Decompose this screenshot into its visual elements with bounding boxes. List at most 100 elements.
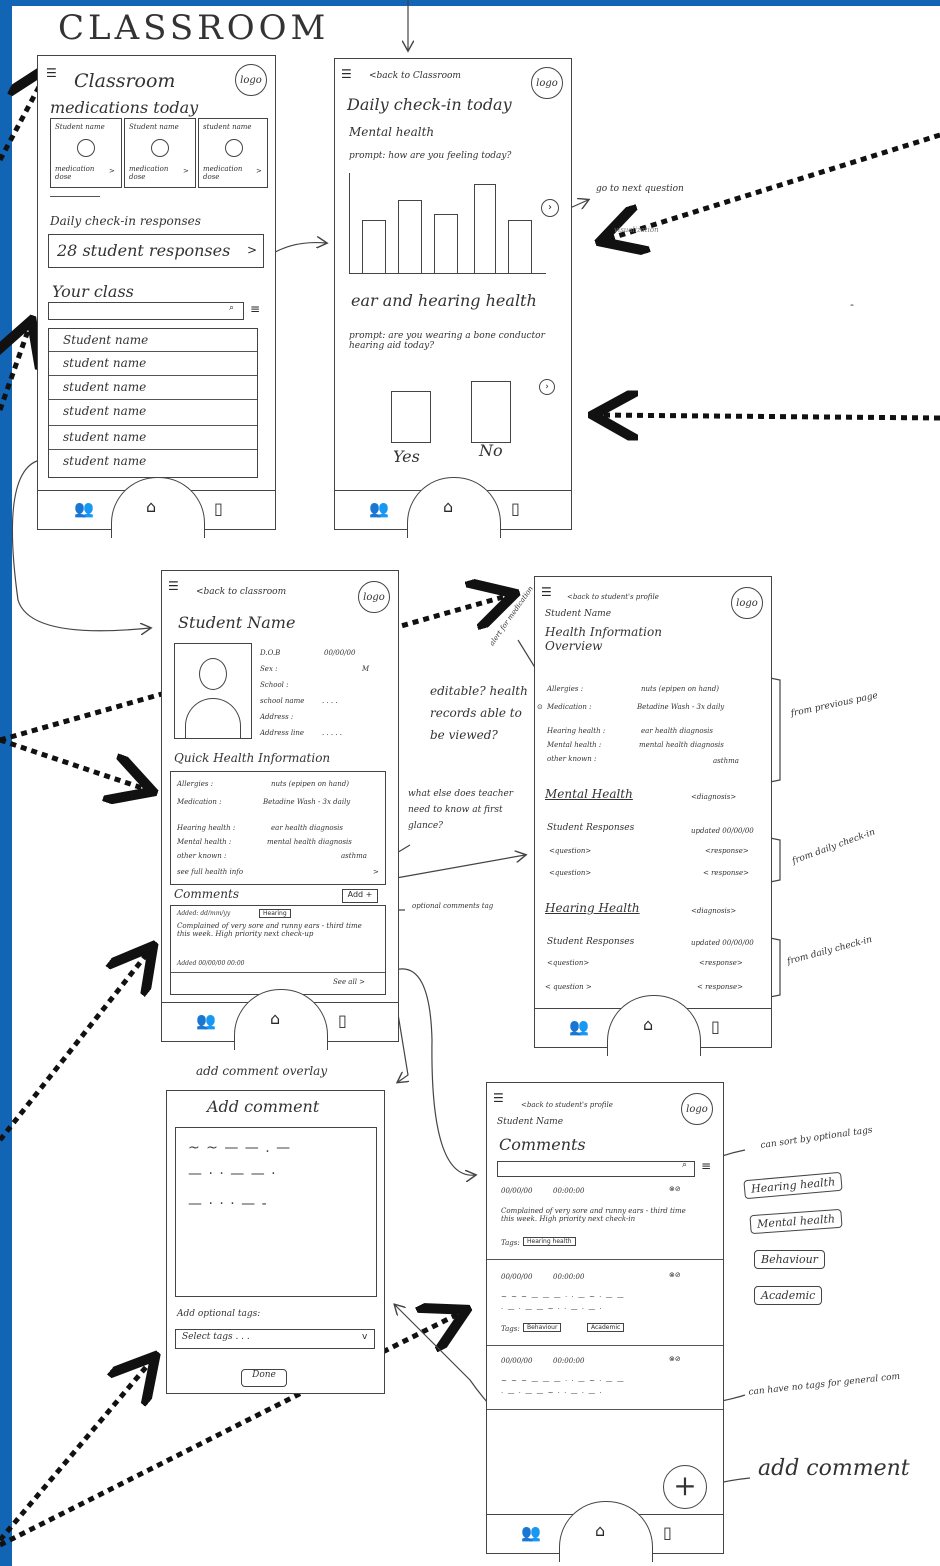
- bar: [398, 200, 422, 273]
- see-all-link[interactable]: See all >: [333, 978, 365, 986]
- bar: [362, 220, 386, 273]
- placeholder-scribble: — · · · — -: [188, 1196, 268, 1212]
- health-value: mental health diagnosis: [639, 741, 724, 749]
- health-label: Medication :: [177, 798, 222, 806]
- book-icon[interactable]: ▯: [214, 499, 223, 518]
- bottom-nav: 👥 ⌂ ▯: [335, 477, 571, 538]
- what-else-note: what else does teacher need to know at f…: [408, 789, 514, 831]
- people-icon[interactable]: 👥: [369, 499, 389, 518]
- chevron-right-icon: >: [183, 167, 189, 175]
- row-divider: [487, 1345, 723, 1346]
- med-card-name: Student name: [129, 123, 179, 131]
- overview-title: Health Information Overview: [545, 625, 662, 653]
- tags-select[interactable]: Select tags . . . v: [175, 1329, 375, 1349]
- menu-icon[interactable]: ☰: [168, 579, 179, 593]
- logo: logo: [731, 587, 763, 619]
- no-label: No: [479, 441, 503, 460]
- comment-tag: Hearing health: [523, 1237, 576, 1246]
- med-card-detail: medication dose: [203, 165, 243, 181]
- home-tab[interactable]: [607, 995, 701, 1056]
- people-icon[interactable]: 👥: [521, 1523, 541, 1542]
- book-icon[interactable]: ▯: [663, 1523, 672, 1542]
- bar: [474, 184, 496, 273]
- edit-icon[interactable]: ⊗⊘: [669, 1271, 681, 1279]
- next-question-button[interactable]: ›: [539, 379, 555, 395]
- home-icon[interactable]: ⌂: [595, 1521, 605, 1540]
- mental-health-heading: Mental Health: [545, 787, 633, 801]
- class-search-input[interactable]: ⌕: [48, 302, 244, 320]
- menu-icon[interactable]: ☰: [46, 66, 57, 80]
- prompt-1: prompt: how are you feeling today?: [349, 151, 512, 161]
- med-card[interactable]: Student name medication dose >: [50, 118, 122, 188]
- people-icon[interactable]: 👥: [74, 499, 94, 518]
- optional-tag-note: optional comments tag: [412, 902, 494, 910]
- comment-footer: Added 00/00/00 00:00: [177, 960, 245, 967]
- student-list-item[interactable]: student name: [63, 430, 146, 444]
- search-icon: ⌕: [229, 303, 235, 313]
- home-icon[interactable]: ⌂: [643, 1015, 653, 1034]
- home-tab[interactable]: [559, 1501, 653, 1562]
- back-link[interactable]: <back to classroom: [196, 587, 286, 597]
- health-value: asthma: [341, 852, 367, 860]
- yes-label: Yes: [393, 447, 420, 466]
- back-link[interactable]: <back to student's profile: [521, 1101, 613, 1109]
- med-card[interactable]: student name medication dose >: [198, 118, 268, 188]
- question: < question >: [545, 983, 592, 991]
- done-button[interactable]: Done: [241, 1369, 287, 1387]
- med-card-detail: medication dose: [55, 165, 95, 181]
- classroom-screen: ☰ Classroom logo medications today Stude…: [37, 55, 276, 538]
- home-icon[interactable]: ⌂: [270, 1009, 280, 1028]
- home-tab[interactable]: [234, 989, 328, 1050]
- checkin-responses-button[interactable]: 28 student responses >: [48, 234, 264, 268]
- comment-time: 00:00:00: [553, 1187, 585, 1195]
- next-question-note-extra: visualization: [614, 226, 659, 234]
- add-comment-button[interactable]: Add +: [342, 889, 378, 903]
- health-value: ear health diagnosis: [271, 824, 344, 832]
- book-icon[interactable]: ▯: [711, 1017, 720, 1036]
- book-icon[interactable]: ▯: [338, 1011, 347, 1030]
- next-question-button[interactable]: ›: [541, 199, 559, 217]
- see-full-health-link[interactable]: see full health info: [177, 868, 243, 876]
- menu-icon[interactable]: ☰: [493, 1091, 504, 1105]
- student-list-item[interactable]: student name: [63, 380, 146, 394]
- tags-select-value: Select tags . . .: [182, 1332, 250, 1342]
- edit-icon[interactable]: ⊗⊘: [669, 1185, 681, 1193]
- home-tab[interactable]: [110, 477, 205, 538]
- placeholder-scribble: ~ ~ ~ — — — · · — ~ · — —: [501, 1377, 625, 1385]
- comment-textarea[interactable]: ~ ~ — — . — — · · — — · — · · · — -: [175, 1127, 377, 1297]
- edit-icon[interactable]: ⊗⊘: [669, 1355, 681, 1363]
- student-list-item[interactable]: student name: [63, 404, 146, 418]
- school-label: School :: [260, 681, 289, 689]
- home-icon[interactable]: ⌂: [443, 497, 453, 516]
- menu-icon[interactable]: ☰: [541, 585, 552, 599]
- back-link[interactable]: <back to Classroom: [369, 71, 461, 81]
- student-list-item[interactable]: student name: [63, 454, 146, 468]
- comments-search-input[interactable]: ⌕: [497, 1160, 695, 1177]
- comment-tag: Academic: [587, 1323, 625, 1332]
- home-icon[interactable]: ⌂: [146, 497, 156, 516]
- back-link[interactable]: <back to student's profile: [567, 593, 659, 601]
- hearing-diagnosis: <diagnosis>: [691, 907, 737, 915]
- student-list-item[interactable]: student name: [63, 356, 146, 370]
- filter-icon[interactable]: ≡: [701, 1159, 711, 1173]
- add-comment-fab[interactable]: +: [663, 1465, 707, 1509]
- menu-icon[interactable]: ☰: [341, 67, 352, 81]
- avatar-icon: [225, 139, 243, 157]
- student-list-item[interactable]: Student name: [63, 333, 148, 347]
- page-title: CLASSROOM: [58, 8, 330, 48]
- tag-behaviour: Behaviour: [754, 1250, 825, 1269]
- bottom-nav: 👥 ⌂ ▯: [487, 1501, 723, 1562]
- people-icon[interactable]: 👥: [569, 1017, 589, 1036]
- checkin-title: Daily check-in today: [347, 95, 512, 114]
- health-value: nuts (epipen on hand): [641, 685, 719, 693]
- question: <question>: [547, 959, 590, 967]
- placeholder-scribble: · — · — — ~ · · — · — ·: [501, 1389, 603, 1397]
- book-icon[interactable]: ▯: [511, 499, 520, 518]
- med-card[interactable]: Student name medication dose >: [124, 118, 196, 188]
- people-icon[interactable]: 👥: [196, 1011, 216, 1030]
- tags-label: Add optional tags:: [177, 1309, 261, 1319]
- avatar-icon: [151, 139, 169, 157]
- classroom-title: Classroom: [74, 70, 176, 92]
- home-tab[interactable]: [407, 477, 501, 538]
- filter-icon[interactable]: ≡: [250, 302, 260, 316]
